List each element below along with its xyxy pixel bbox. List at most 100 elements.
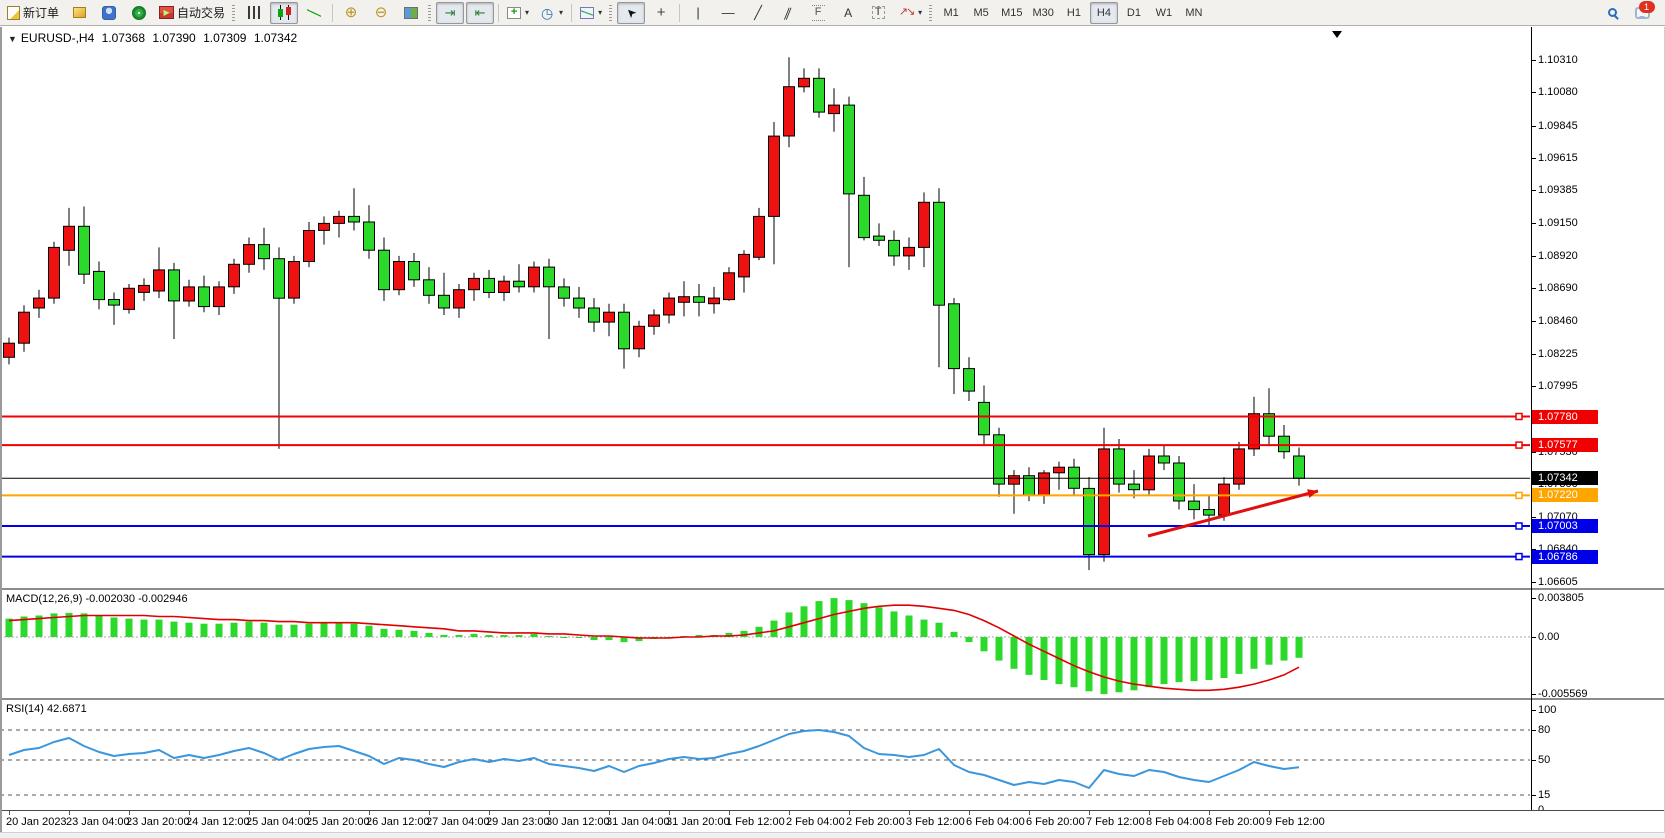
chart-shift-marker[interactable] <box>1332 31 1342 38</box>
search-icon <box>1608 8 1617 17</box>
chat-button[interactable]: 1 <box>1628 2 1656 24</box>
rsi-axis-tick <box>1532 730 1536 731</box>
time-axis-tick <box>309 811 310 815</box>
community-button[interactable] <box>95 2 123 24</box>
macd-bar <box>1236 637 1243 674</box>
cursor-button[interactable]: ➤ <box>617 2 645 24</box>
arrows-icon: ↗↘ <box>898 5 914 21</box>
candle <box>724 267 735 301</box>
horizontal-line-icon: — <box>720 5 736 21</box>
timeframe-m30-button[interactable]: M30 <box>1029 2 1058 24</box>
add-indicator-button[interactable]: +▾ <box>503 2 533 24</box>
candle <box>964 357 975 401</box>
pivot-line-handle[interactable] <box>1516 492 1522 498</box>
text-button[interactable]: A <box>834 2 862 24</box>
support-line-1-handle[interactable] <box>1516 523 1522 529</box>
macd-panel-canvas[interactable] <box>0 590 1532 698</box>
candle <box>514 264 525 292</box>
main-chart-canvas[interactable] <box>0 27 1532 588</box>
macd-axis-tick <box>1532 694 1536 695</box>
price-axis-label: 1.10080 <box>1538 86 1578 98</box>
candle <box>769 122 780 264</box>
rsi-panel-canvas[interactable] <box>0 700 1532 810</box>
price-axis-label: 1.07995 <box>1538 380 1578 392</box>
time-axis-label: 29 Jan 23:00 <box>486 816 550 828</box>
timeframe-m1-button[interactable]: M1 <box>937 2 965 24</box>
search-button[interactable] <box>1598 2 1626 24</box>
candle <box>589 298 600 332</box>
candle <box>574 287 585 318</box>
time-axis-label: 23 Jan 20:00 <box>126 816 190 828</box>
candle <box>319 216 330 244</box>
periods-button[interactable]: ◷▾ <box>535 2 567 24</box>
market-watch-button[interactable] <box>65 2 93 24</box>
macd-bar <box>1116 637 1123 692</box>
time-axis-tick <box>729 811 730 815</box>
candle <box>544 259 555 339</box>
vertical-line-button[interactable]: | <box>684 2 712 24</box>
auto-scroll-button[interactable]: ⇥ <box>436 2 464 24</box>
macd-bar <box>1161 637 1168 684</box>
time-axis-tick <box>1209 811 1210 815</box>
macd-bar <box>456 635 463 637</box>
timeframe-m15-button[interactable]: M15 <box>997 2 1026 24</box>
candle <box>1069 459 1080 496</box>
autotrading-button[interactable]: ▶自动交易 <box>155 2 229 24</box>
timeframe-h1-button[interactable]: H1 <box>1060 2 1088 24</box>
macd-bar <box>261 623 268 637</box>
candlestick-chart-button[interactable] <box>270 2 298 24</box>
bar-chart-button[interactable] <box>240 2 268 24</box>
timeframe-h4-button[interactable]: H4 <box>1090 2 1118 24</box>
chart-shift-button[interactable]: ⇤ <box>466 2 494 24</box>
line-chart-icon <box>307 7 321 19</box>
zoom-out-button[interactable]: ⊖ <box>367 2 395 24</box>
trendline-button[interactable]: ╱ <box>744 2 772 24</box>
resistance-line-2-handle[interactable] <box>1516 442 1522 448</box>
crosshair-button[interactable]: + <box>647 2 675 24</box>
time-axis-tick <box>129 811 130 815</box>
arrows-button[interactable]: ↗↘▾ <box>894 2 926 24</box>
timeframe-m30-button-label: M30 <box>1033 7 1054 19</box>
time-axis-label: 6 Feb 20:00 <box>1026 816 1085 828</box>
price-axis-tick <box>1532 386 1536 387</box>
time-axis[interactable]: 20 Jan 202323 Jan 04:0023 Jan 20:0024 Ja… <box>0 810 1665 833</box>
equidistant-channel-button[interactable]: ∥ <box>774 2 802 24</box>
candle <box>94 262 105 310</box>
macd-bar <box>1266 637 1273 665</box>
macd-bar <box>231 623 238 637</box>
price-label-1.07220: 1.07220 <box>1532 488 1598 502</box>
rsi-axis-label: 100 <box>1538 704 1556 716</box>
candle <box>199 276 210 313</box>
text-label-button[interactable]: T <box>864 2 892 24</box>
timeframe-mn-button[interactable]: MN <box>1180 2 1208 24</box>
time-axis-tick <box>489 811 490 815</box>
fibonacci-button[interactable]: F <box>804 2 832 24</box>
line-chart-button[interactable] <box>300 2 328 24</box>
macd-bar <box>81 613 88 637</box>
candle <box>64 208 75 266</box>
tile-windows-button[interactable] <box>397 2 425 24</box>
zoom-in-button[interactable]: ⊕ <box>337 2 365 24</box>
candle <box>139 278 150 301</box>
timeframe-h4-button-label: H4 <box>1097 7 1111 19</box>
time-axis-label: 8 Feb 20:00 <box>1206 816 1265 828</box>
templates-icon <box>580 7 594 19</box>
zoom-out-icon: ⊖ <box>373 5 389 21</box>
templates-button[interactable]: ▾ <box>576 2 606 24</box>
new-order-button[interactable]: 新订单 <box>3 2 63 24</box>
resistance-line-1-handle[interactable] <box>1516 414 1522 420</box>
time-axis-label: 9 Feb 12:00 <box>1266 816 1325 828</box>
candle <box>394 256 405 295</box>
timeframe-d1-button[interactable]: D1 <box>1120 2 1148 24</box>
timeframe-w1-button[interactable]: W1 <box>1150 2 1178 24</box>
candle <box>4 338 15 365</box>
price-axis-tick <box>1532 517 1536 518</box>
symbol-dropdown-icon[interactable]: ▼ <box>8 34 17 44</box>
notification-badge: 1 <box>1639 1 1655 13</box>
time-axis-tick <box>9 811 10 815</box>
signals-button[interactable] <box>125 2 153 24</box>
support-line-2-handle[interactable] <box>1516 554 1522 560</box>
horizontal-line-button[interactable]: — <box>714 2 742 24</box>
timeframe-m5-button[interactable]: M5 <box>967 2 995 24</box>
tile-windows-icon <box>404 7 418 19</box>
